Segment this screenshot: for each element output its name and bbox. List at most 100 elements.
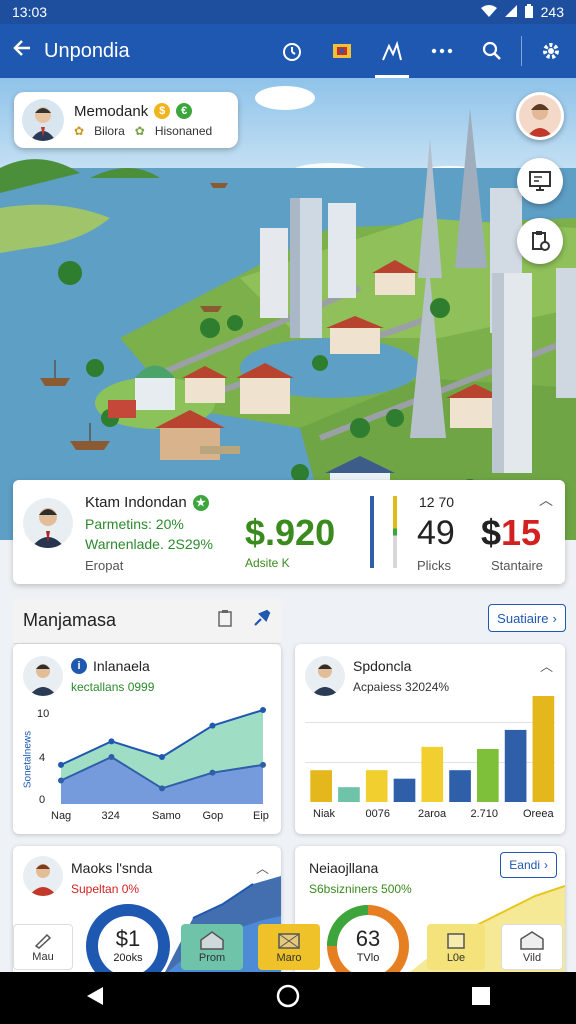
tab-l0e[interactable]: L0e	[427, 924, 485, 970]
tab-label: Prom	[198, 952, 226, 964]
x-tick-label: Eip	[253, 810, 269, 822]
system-nav-bar	[0, 972, 576, 1024]
bar	[365, 770, 388, 802]
time-tool-button[interactable]	[267, 24, 317, 78]
stats-button[interactable]: Suatiaire ›	[488, 604, 566, 632]
signal-icon	[504, 4, 517, 20]
tab-label: Maro	[276, 952, 302, 964]
gold-coin-icon: $	[154, 103, 171, 119]
y-tick: 10	[37, 708, 50, 720]
x-tick-label: 324	[101, 810, 120, 822]
nav-back-icon[interactable]	[85, 985, 105, 1012]
tab-vild[interactable]: Vild	[501, 924, 563, 970]
bar	[532, 696, 555, 802]
x-tick-label: Niak	[313, 808, 336, 820]
search-button[interactable]	[467, 24, 517, 78]
area-point	[58, 777, 64, 784]
pin-icon[interactable]	[253, 609, 271, 632]
nav-recents-icon[interactable]	[471, 986, 491, 1011]
resource-a-icon: ✿	[74, 123, 85, 138]
building-icon	[333, 44, 351, 58]
growth-chart-card[interactable]: i Inlanaela kectallans 0999 Sonetalnews …	[13, 644, 281, 834]
x-tick-label: Nag	[51, 810, 72, 822]
bar	[338, 787, 360, 802]
bar-chart	[310, 696, 555, 802]
city-name: Memodank	[74, 102, 149, 120]
score-label: 12 70	[419, 494, 455, 510]
battery-level: 243	[540, 4, 564, 20]
summary-line-3: Warnenlade. 2S29%	[85, 536, 213, 552]
map-view-button[interactable]	[517, 158, 563, 204]
tab-prom[interactable]: Prom	[181, 924, 243, 970]
tab-label: L0e	[446, 952, 466, 964]
card-title: Inlanaela	[93, 658, 150, 674]
box-icon	[447, 933, 465, 949]
brush-icon	[34, 933, 52, 949]
stats-summary-card[interactable]: Ktam Indondan ★ Parmetins: 20% Warnenlad…	[13, 480, 565, 584]
app-bar: Unpondia	[0, 24, 576, 78]
wifi-icon	[480, 4, 497, 20]
funds-label: Adsite K	[245, 556, 290, 570]
advisor-avatar	[23, 498, 73, 548]
tab-mau[interactable]: Mau	[13, 924, 73, 970]
bar	[310, 770, 332, 802]
status-time: 13:03	[12, 4, 48, 20]
bar-chart-card[interactable]: Spdoncla Acpaiess 32024% ︿ Niak 0076 2aroa…	[295, 644, 565, 834]
area-point	[260, 707, 266, 713]
app-title: Unpondia	[44, 39, 130, 62]
collapse-chevron-icon[interactable]: ︿	[540, 656, 553, 675]
clicks-value: 49	[417, 514, 455, 552]
settings-button[interactable]	[526, 24, 576, 78]
bulldoze-button[interactable]	[517, 218, 563, 264]
y-tick: 0	[39, 794, 46, 806]
house-icon	[200, 931, 224, 950]
bar	[477, 749, 499, 802]
back-arrow-icon[interactable]	[0, 37, 44, 65]
toolbar-divider	[521, 36, 522, 66]
terrain-icon	[382, 40, 402, 61]
area-point	[209, 769, 216, 776]
resource-b-label: Hisonaned	[154, 123, 213, 138]
battery-icon	[524, 3, 533, 21]
stat-value-number: 15	[501, 512, 542, 553]
section-header: Manjamasa	[13, 598, 281, 644]
nav-home-icon[interactable]	[276, 984, 300, 1013]
profile-avatar	[519, 95, 561, 137]
profile-button[interactable]	[516, 92, 564, 140]
summary-line-4: Eropat	[85, 558, 124, 573]
x-tick-label: Oreea	[523, 808, 554, 820]
mayor-avatar	[22, 99, 64, 141]
area-chart	[58, 707, 266, 804]
collapse-chevron-icon[interactable]: ︿	[539, 490, 553, 510]
resource-b-icon: ✿	[134, 123, 145, 138]
x-axis-ticks: Niak 0076 2aroa 2.710 Oreea	[305, 808, 555, 824]
card-subtitle: kectallans 0999	[71, 680, 155, 694]
divider-blue	[370, 496, 374, 568]
info-badge-icon: i	[71, 658, 87, 674]
section-title: Manjamasa	[23, 610, 117, 630]
area-point	[108, 738, 115, 745]
clipboard-icon	[532, 231, 550, 251]
tab-label: Vild	[522, 952, 542, 964]
area-point	[108, 754, 115, 760]
build-tool-button[interactable]	[317, 24, 367, 78]
terrain-tool-button[interactable]	[367, 24, 417, 78]
x-tick-label: 2aroa	[418, 808, 447, 820]
x-tick-label: 0076	[365, 808, 390, 820]
tab-maro[interactable]: Maro	[258, 924, 320, 970]
stat-value: $15	[481, 512, 541, 554]
chevron-right-icon: ›	[552, 610, 557, 626]
stat-value-dollar: $	[481, 512, 502, 553]
more-button[interactable]	[417, 24, 467, 78]
tab-label: Mau	[32, 951, 54, 963]
crate-icon	[278, 933, 300, 949]
monitor-icon	[529, 171, 551, 191]
green-coin-icon: €	[176, 103, 193, 119]
area-point	[159, 754, 165, 760]
clicks-label: Plicks	[417, 558, 451, 573]
city-info-card[interactable]: Memodank $ € ✿ Bilora ✿ Hisonaned	[14, 92, 238, 148]
stat-label: Stantaire	[491, 558, 544, 573]
area-point	[260, 761, 266, 768]
funds-value: $.920	[245, 512, 336, 553]
clipboard-small-icon[interactable]	[217, 609, 233, 632]
